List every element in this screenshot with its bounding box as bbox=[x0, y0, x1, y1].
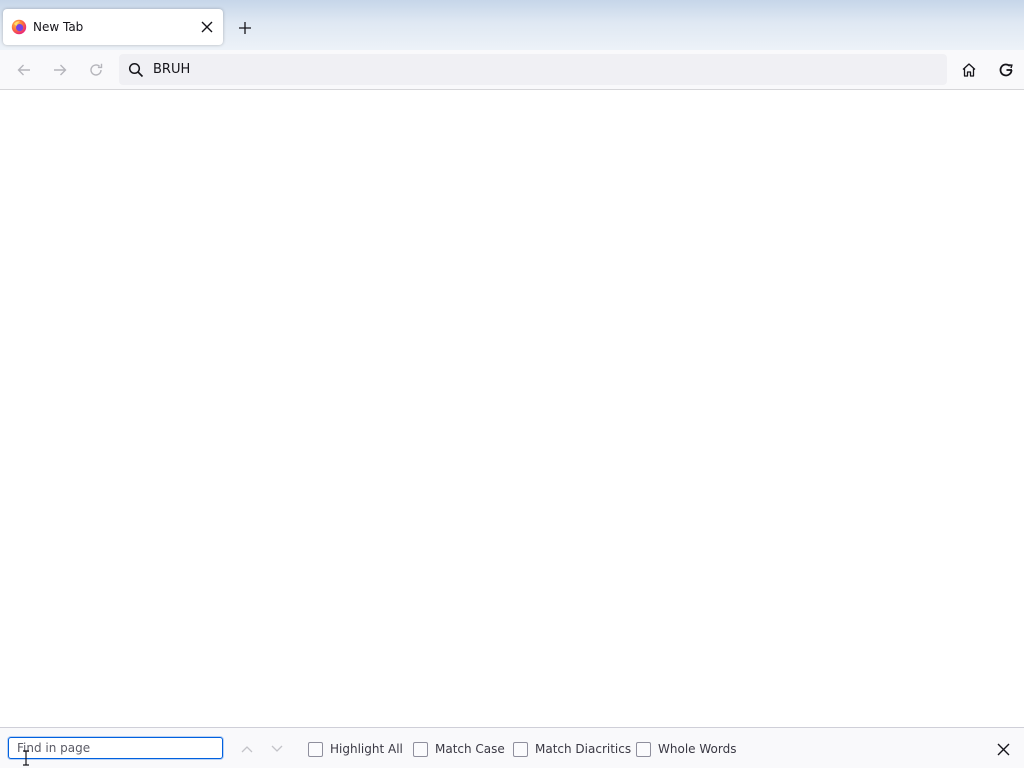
forward-arrow-icon bbox=[54, 64, 67, 76]
highlight-all-checkbox[interactable] bbox=[308, 741, 323, 757]
find-next-button[interactable] bbox=[267, 739, 287, 759]
chevron-up-icon bbox=[241, 746, 253, 753]
close-icon bbox=[997, 743, 1009, 755]
plus-icon bbox=[239, 22, 251, 34]
text-cursor-icon bbox=[23, 750, 29, 766]
browser-window: New Tab BRUH Find in page Highlight All … bbox=[0, 0, 1024, 768]
new-tab-button[interactable] bbox=[232, 15, 258, 41]
find-input[interactable] bbox=[8, 737, 223, 759]
page-content bbox=[0, 90, 1024, 727]
whole-words-checkbox[interactable] bbox=[636, 741, 651, 757]
close-find-bar-button[interactable] bbox=[992, 738, 1014, 760]
url-input[interactable] bbox=[153, 62, 913, 77]
reload-button[interactable] bbox=[82, 56, 110, 84]
tab-title: New Tab bbox=[33, 20, 84, 34]
match-diacritics-option[interactable]: Match Diacritics bbox=[513, 740, 631, 758]
close-tab-button[interactable] bbox=[195, 15, 219, 39]
find-bar: Highlight All Match Case Match Diacritic… bbox=[0, 727, 1024, 768]
match-diacritics-label: Match Diacritics bbox=[535, 742, 632, 756]
tab-strip: New Tab bbox=[0, 0, 1024, 50]
back-arrow-icon bbox=[17, 64, 30, 76]
match-case-option[interactable]: Match Case bbox=[413, 740, 505, 758]
address-bar[interactable] bbox=[119, 54, 947, 85]
navigation-toolbar bbox=[0, 50, 1024, 90]
match-diacritics-checkbox[interactable] bbox=[513, 741, 528, 757]
match-case-label: Match Case bbox=[435, 742, 505, 756]
reload-icon bbox=[90, 63, 103, 76]
whole-words-option[interactable]: Whole Words bbox=[636, 740, 736, 758]
find-previous-button[interactable] bbox=[237, 739, 257, 759]
tab-new-tab[interactable]: New Tab bbox=[3, 9, 223, 45]
back-button[interactable] bbox=[10, 56, 38, 84]
chevron-down-icon bbox=[271, 745, 283, 752]
highlight-all-label: Highlight All bbox=[330, 742, 403, 756]
firefox-logo-icon bbox=[11, 19, 27, 35]
search-icon bbox=[127, 61, 145, 79]
account-button[interactable] bbox=[992, 56, 1020, 84]
forward-button[interactable] bbox=[46, 56, 74, 84]
close-icon bbox=[201, 21, 213, 33]
whole-words-label: Whole Words bbox=[658, 742, 737, 756]
home-icon bbox=[962, 63, 976, 77]
match-case-checkbox[interactable] bbox=[413, 741, 428, 757]
home-button[interactable] bbox=[955, 56, 983, 84]
sync-account-icon bbox=[999, 63, 1013, 77]
highlight-all-option[interactable]: Highlight All bbox=[308, 740, 403, 758]
